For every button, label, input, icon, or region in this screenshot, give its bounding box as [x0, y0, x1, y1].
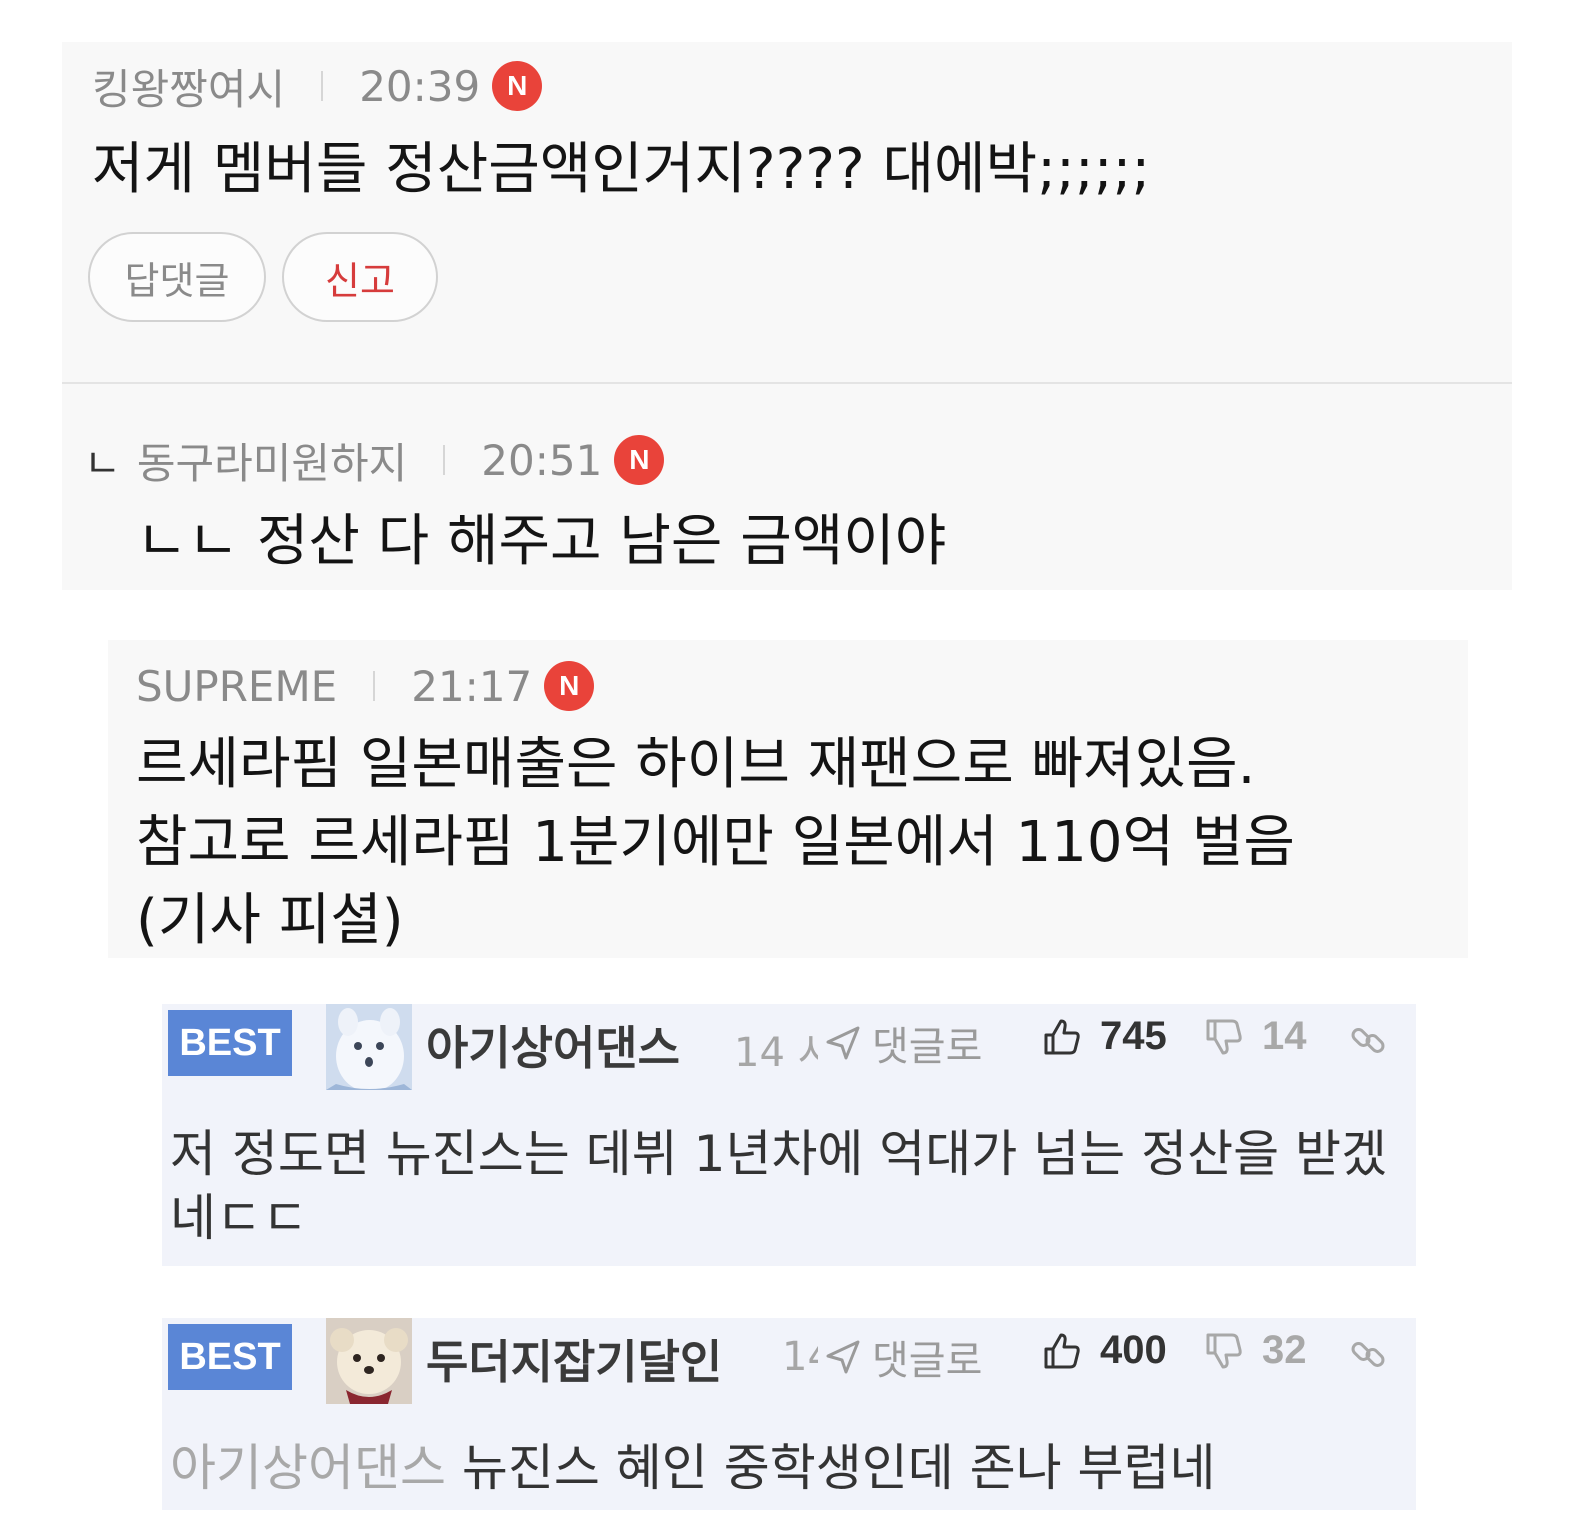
comment-text: 저게 멤버들 정산금액인거지???? 대에박;;;;;; — [92, 137, 1151, 202]
best-comment-header: BEST 아기상어댄스 14 시 댓글로 745 14 — [162, 1004, 1416, 1100]
reply-meta: ㄴ 동구라미원하지 20:51 N — [84, 434, 665, 488]
divider — [62, 382, 1512, 384]
meta-separator — [373, 671, 376, 701]
like-button[interactable]: 745 — [1042, 1014, 1167, 1059]
comment-card: 킹왕짱여시 20:39 N 저게 멤버들 정산금액인거지???? 대에박;;;;… — [62, 42, 1512, 590]
send-arrow-icon — [826, 1026, 860, 1060]
best-comment-header: BEST 두더지잡기달인 14 댓글로 400 — [162, 1318, 1416, 1414]
comment-age: 14 — [782, 1334, 818, 1380]
best-comment-body: 아기상어댄스 뉴진스 혜인 중학생인데 존나 부럽네 — [170, 1436, 1400, 1500]
reply-to-comment-button[interactable]: 댓글로 — [824, 1328, 982, 1386]
like-button[interactable]: 400 — [1042, 1328, 1167, 1373]
supreme-text-line: 르세라핌 일본매출은 하이브 재팬으로 빠져있음. — [136, 732, 1256, 797]
link-icon[interactable] — [1348, 1020, 1388, 1064]
best-comment: BEST 두더지잡기달인 14 댓글로 400 — [162, 1318, 1416, 1510]
supreme-text-line: 참고로 르세라핌 1분기에만 일본에서 110억 벌음 — [136, 810, 1295, 875]
thumbs-up-icon — [1044, 1019, 1080, 1054]
thumbs-up-icon — [1044, 1333, 1080, 1368]
supreme-text-line: (기사 피셜) — [136, 888, 404, 953]
new-badge: N — [492, 61, 543, 111]
best-comment-text: 뉴진스 혜인 중학생인데 존나 부럽네 — [461, 1439, 1216, 1497]
reply-author[interactable]: 동구라미원하지 — [137, 430, 407, 491]
link-icon[interactable] — [1348, 1334, 1388, 1378]
reply-to-label: 댓글로 — [872, 1024, 983, 1070]
dislike-count: 14 — [1262, 1014, 1307, 1058]
thumbs-down-icon — [1206, 1019, 1242, 1054]
supreme-text: 르세라핌 일본매출은 하이브 재팬으로 빠져있음. 참고로 르세라핌 1분기에만… — [136, 726, 1456, 960]
best-comment-text: 저 정도면 뉴진스는 데뷔 1년차에 억대가 넘는 정산을 받겠네ㄷㄷ — [170, 1125, 1387, 1247]
comment-author[interactable]: 킹왕짱여시 — [92, 56, 285, 117]
thumbs-down-icon — [1206, 1333, 1242, 1368]
comment-actions: 답댓글 신고 — [88, 232, 438, 322]
white-dog-avatar[interactable] — [326, 1004, 412, 1090]
report-button[interactable]: 신고 — [282, 232, 438, 322]
reply-text: ㄴㄴ 정산 다 해주고 남은 금액이야 — [136, 509, 947, 574]
best-comment-body: 저 정도면 뉴진스는 데뷔 1년차에 억대가 넘는 정산을 받겠네ㄷㄷ — [170, 1122, 1400, 1250]
supreme-author[interactable]: SUPREME — [136, 662, 337, 711]
new-badge: N — [614, 435, 665, 485]
meta-separator — [443, 445, 446, 475]
nickname[interactable]: 아기상어댄스 — [426, 1012, 680, 1078]
dislike-count: 32 — [1262, 1328, 1307, 1372]
like-count: 400 — [1100, 1328, 1167, 1372]
dislike-button[interactable]: 32 — [1204, 1328, 1307, 1373]
puppy-avatar[interactable] — [326, 1318, 412, 1404]
best-badge: BEST — [168, 1324, 292, 1390]
comment-age: 14 시 — [734, 1030, 818, 1076]
reply-time: 20:51 — [481, 435, 603, 485]
supreme-comment-card: SUPREME 21:17 N 르세라핌 일본매출은 하이브 재팬으로 빠져있음… — [108, 640, 1468, 958]
supreme-meta: SUPREME 21:17 N — [136, 660, 595, 712]
dislike-button[interactable]: 14 — [1204, 1014, 1307, 1059]
mention[interactable]: 아기상어댄스 — [170, 1439, 446, 1497]
best-badge: BEST — [168, 1010, 292, 1076]
like-count: 745 — [1100, 1014, 1167, 1058]
reply-button[interactable]: 답댓글 — [88, 232, 266, 322]
reply-arrow-icon: ㄴ — [84, 441, 121, 487]
best-comment: BEST 아기상어댄스 14 시 댓글로 745 14 저 정도면 뉴진스는 데… — [162, 1004, 1416, 1266]
supreme-time: 21:17 — [411, 661, 533, 711]
reply-to-comment-button[interactable]: 댓글로 — [824, 1014, 982, 1072]
comment-time: 20:39 — [359, 61, 481, 111]
meta-separator — [321, 71, 324, 101]
new-badge: N — [544, 661, 595, 711]
comment-meta: 킹왕짱여시 20:39 N — [92, 60, 543, 114]
send-arrow-icon — [826, 1340, 860, 1374]
nickname[interactable]: 두더지잡기달인 — [426, 1326, 722, 1392]
reply-to-label: 댓글로 — [872, 1338, 983, 1384]
